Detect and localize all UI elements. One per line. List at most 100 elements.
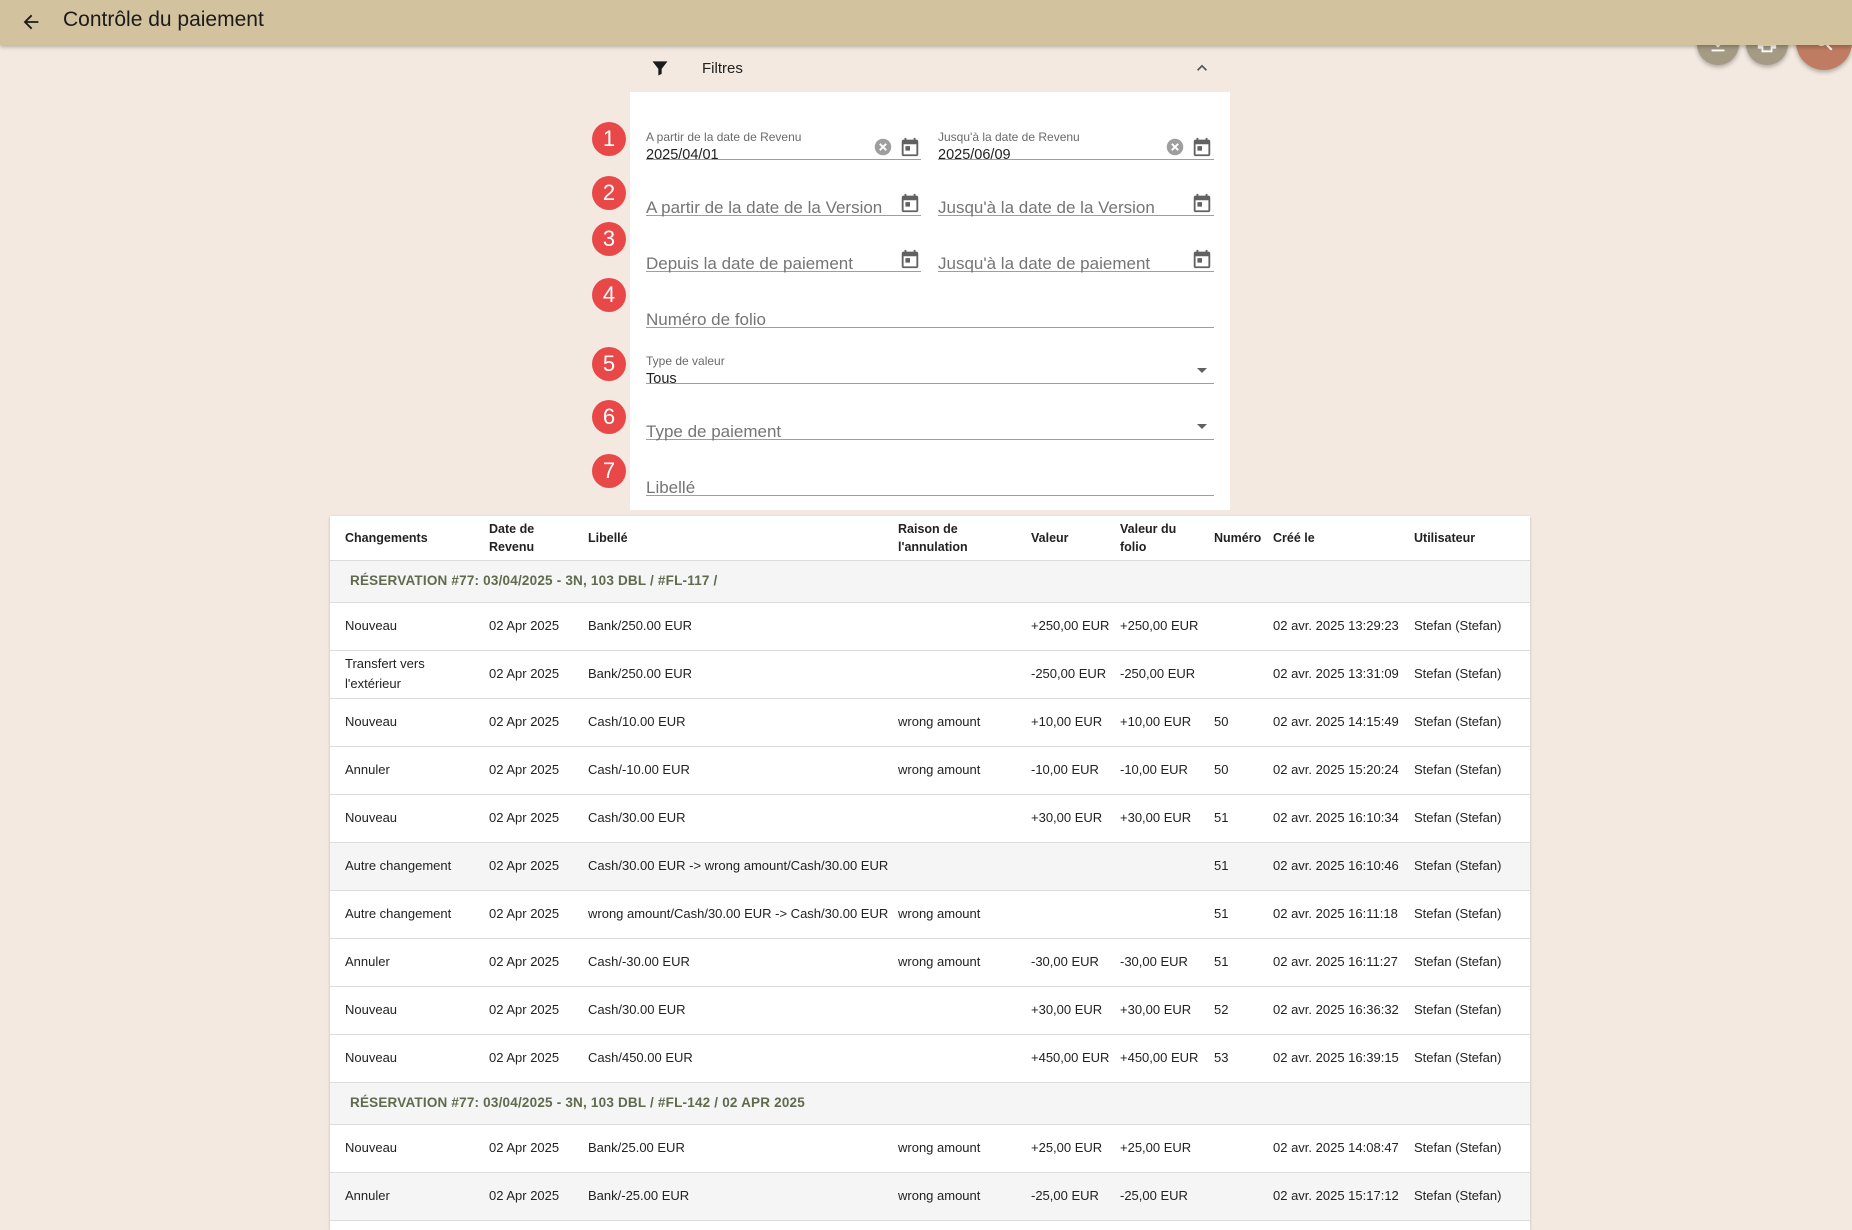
folio-number-field[interactable]: Numéro de folio — [646, 272, 1214, 329]
payments-table-card: Changements Date de Revenu Libellé Raison… — [330, 516, 1530, 1230]
payment-date-to-field[interactable]: Jusqu'à la date de paiement — [938, 216, 1214, 273]
table-row[interactable]: Nouveau 02 Apr 2025 Cash/30.00 EUR +30,00 E… — [330, 986, 1530, 1035]
revenue-date-from-field[interactable]: A partir de la date de Revenu 2025/04/01 — [646, 104, 921, 163]
cell-number: 51 — [1210, 842, 1269, 891]
cell-created: 02 avr. 2025 16:39:15 — [1269, 1034, 1410, 1083]
table-row[interactable] — [330, 1220, 1530, 1230]
cell-revenue-date: 02 Apr 2025 — [485, 794, 584, 843]
column-header-number[interactable]: Numéro — [1210, 516, 1269, 561]
cell-value: +450,00 EUR — [1027, 1034, 1116, 1083]
cell-change: Annuler — [330, 746, 485, 795]
revenue-date-to-field[interactable]: Jusqu'à la date de Revenu 2025/06/09 — [938, 104, 1214, 163]
clear-circle-icon[interactable] — [872, 136, 894, 158]
cell-revenue-date: 02 Apr 2025 — [485, 650, 584, 699]
caret-down-icon[interactable] — [1190, 358, 1214, 382]
cell-value: +25,00 EUR — [1027, 1124, 1116, 1173]
cell-change: Autre changement — [330, 890, 485, 939]
reservation-group-row: RÉSERVATION #77: 03/04/2025 - 3N, 103 DB… — [330, 560, 1530, 603]
cell-libelle: Bank/-25.00 EUR — [584, 1172, 894, 1221]
column-header-user[interactable]: Utilisateur — [1410, 516, 1530, 561]
caret-down-icon[interactable] — [1190, 414, 1214, 438]
cell-value: +30,00 EUR — [1027, 986, 1116, 1035]
step-badge-3: 3 — [592, 222, 626, 256]
table-row[interactable]: Annuler 02 Apr 2025 Cash/-30.00 EUR wrong a… — [330, 938, 1530, 987]
cell-revenue-date: 02 Apr 2025 — [485, 938, 584, 987]
cell-value: +10,00 EUR — [1027, 698, 1116, 747]
cell-user: Stefan (Stefan) — [1410, 1034, 1530, 1083]
table-row[interactable]: Autre changement 02 Apr 2025 wrong amount/… — [330, 890, 1530, 939]
filter-panel-header[interactable]: Filtres — [630, 48, 1230, 88]
libelle-field[interactable]: Libellé — [646, 440, 1214, 497]
calendar-icon[interactable] — [1191, 192, 1213, 214]
cell-revenue-date: 02 Apr 2025 — [485, 1172, 584, 1221]
cell-value: -10,00 EUR — [1027, 746, 1116, 795]
table-row[interactable]: Nouveau 02 Apr 2025 Cash/30.00 EUR +30,00 E… — [330, 794, 1530, 843]
value-type-select[interactable]: Type de valeur Tous — [646, 328, 1214, 387]
version-date-to-field[interactable]: Jusqu'à la date de la Version — [938, 160, 1214, 217]
cell-cancel-reason: wrong amount — [894, 890, 1027, 939]
step-badge-6: 6 — [592, 400, 626, 434]
reservation-group-label: RÉSERVATION #77: 03/04/2025 - 3N, 103 DB… — [330, 1082, 1530, 1125]
cell-value: +250,00 EUR — [1027, 602, 1116, 651]
back-button[interactable] — [14, 4, 48, 40]
cell-user: Stefan (Stefan) — [1410, 938, 1530, 987]
cell-folio-value — [1116, 842, 1210, 891]
table-row[interactable]: Nouveau 02 Apr 2025 Bank/25.00 EUR wrong am… — [330, 1124, 1530, 1173]
cell-value — [1027, 1220, 1116, 1230]
cell-number — [1210, 602, 1269, 651]
table-row[interactable]: Nouveau 02 Apr 2025 Bank/250.00 EUR +250,00… — [330, 602, 1530, 651]
cell-cancel-reason: wrong amount — [894, 1172, 1027, 1221]
cell-folio-value: +250,00 EUR — [1116, 602, 1210, 651]
cell-libelle: wrong amount/Cash/30.00 EUR -> Cash/30.0… — [584, 890, 894, 939]
cell-folio-value: -250,00 EUR — [1116, 650, 1210, 699]
cell-number — [1210, 1220, 1269, 1230]
column-header-libelle[interactable]: Libellé — [584, 516, 894, 561]
column-header-folio-value[interactable]: Valeur du folio — [1116, 516, 1210, 561]
column-header-created[interactable]: Créé le — [1269, 516, 1410, 561]
cell-user: Stefan (Stefan) — [1410, 1172, 1530, 1221]
table-row[interactable]: Nouveau 02 Apr 2025 Cash/10.00 EUR wrong am… — [330, 698, 1530, 747]
cell-user: Stefan (Stefan) — [1410, 1124, 1530, 1173]
cell-cancel-reason: wrong amount — [894, 746, 1027, 795]
cell-folio-value: -10,00 EUR — [1116, 746, 1210, 795]
cell-revenue-date: 02 Apr 2025 — [485, 1124, 584, 1173]
payment-date-from-field[interactable]: Depuis la date de paiement — [646, 216, 921, 273]
chevron-up-icon[interactable] — [1192, 58, 1212, 78]
cell-cancel-reason — [894, 794, 1027, 843]
table-row[interactable]: Nouveau 02 Apr 2025 Cash/450.00 EUR +450,00… — [330, 1034, 1530, 1083]
version-date-from-placeholder: A partir de la date de la Version — [646, 198, 883, 217]
cell-number: 51 — [1210, 938, 1269, 987]
cell-value: -30,00 EUR — [1027, 938, 1116, 987]
table-row[interactable]: Transfert vers l'extérieur 02 Apr 2025 Ban… — [330, 650, 1530, 699]
column-header-revenue-date[interactable]: Date de Revenu — [485, 516, 584, 561]
cell-cancel-reason — [894, 1220, 1027, 1230]
clear-circle-icon[interactable] — [1164, 136, 1186, 158]
arrow-left-icon — [23, 14, 39, 30]
column-header-cancel-reason[interactable]: Raison de l'annulation — [894, 516, 1027, 561]
cell-number — [1210, 1124, 1269, 1173]
calendar-icon[interactable] — [899, 136, 921, 158]
column-header-changes[interactable]: Changements — [330, 516, 485, 561]
cell-folio-value — [1116, 1220, 1210, 1230]
cell-number — [1210, 650, 1269, 699]
calendar-icon[interactable] — [899, 192, 921, 214]
cell-libelle: Cash/-30.00 EUR — [584, 938, 894, 987]
cell-user: Stefan (Stefan) — [1410, 986, 1530, 1035]
cell-folio-value: +450,00 EUR — [1116, 1034, 1210, 1083]
cell-folio-value: +30,00 EUR — [1116, 794, 1210, 843]
version-date-from-field[interactable]: A partir de la date de la Version — [646, 160, 921, 217]
calendar-icon[interactable] — [899, 248, 921, 270]
column-header-value[interactable]: Valeur — [1027, 516, 1116, 561]
cell-revenue-date: 02 Apr 2025 — [485, 698, 584, 747]
payment-date-from-placeholder: Depuis la date de paiement — [646, 254, 853, 273]
table-row[interactable]: Annuler 02 Apr 2025 Cash/-10.00 EUR wrong a… — [330, 746, 1530, 795]
filter-panel: A partir de la date de Revenu 2025/04/01… — [630, 92, 1230, 510]
cell-change: Nouveau — [330, 1034, 485, 1083]
calendar-icon[interactable] — [1191, 136, 1213, 158]
table-row[interactable]: Autre changement 02 Apr 2025 Cash/30.00 EU… — [330, 842, 1530, 891]
payment-type-select[interactable]: Type de paiement — [646, 384, 1214, 441]
cell-revenue-date — [485, 1220, 584, 1230]
cell-created: 02 avr. 2025 15:17:12 — [1269, 1172, 1410, 1221]
table-row[interactable]: Annuler 02 Apr 2025 Bank/-25.00 EUR wrong a… — [330, 1172, 1530, 1221]
calendar-icon[interactable] — [1191, 248, 1213, 270]
